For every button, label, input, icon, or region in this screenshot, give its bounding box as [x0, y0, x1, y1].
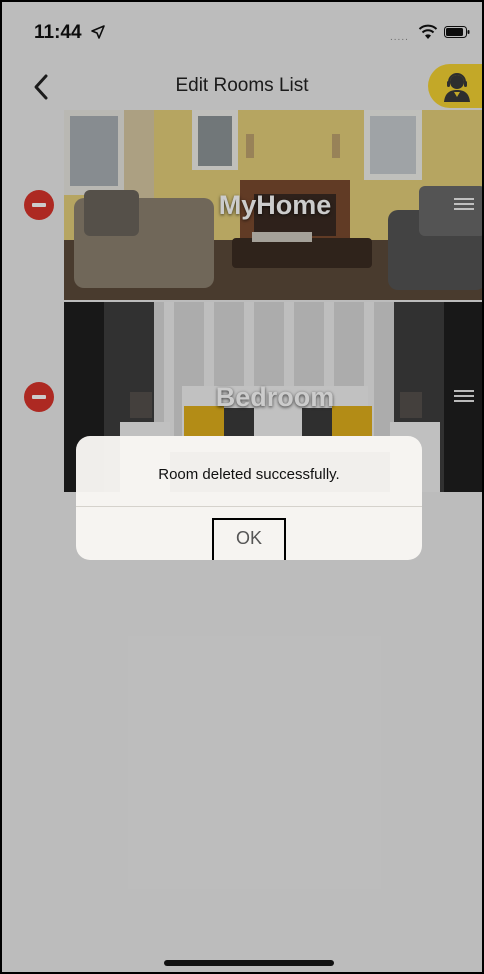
room-name: MyHome [218, 190, 332, 220]
customer-support-button[interactable] [428, 64, 482, 108]
navigation-bar: Edit Rooms List [2, 64, 482, 110]
home-indicator [164, 960, 334, 966]
alert-divider [76, 506, 422, 507]
app-screen: 11:44 ..... Edit Rooms List MyHome Bedro… [0, 0, 484, 974]
list-item: MyHome [2, 110, 482, 300]
status-bar: 11:44 ..... [2, 2, 482, 64]
battery-icon [444, 26, 470, 38]
location-arrow-icon [91, 25, 105, 39]
minus-circle-icon[interactable] [24, 382, 54, 412]
signal-icon: ..... [390, 32, 409, 43]
alert-dialog: Room deleted successfully. OK [76, 436, 422, 560]
status-time: 11:44 [34, 22, 82, 43]
room-card-myhome[interactable]: MyHome [64, 110, 482, 300]
minus-circle-icon[interactable] [24, 190, 54, 220]
customer-support-icon [444, 73, 470, 102]
drag-handle-icon[interactable] [454, 198, 474, 212]
wifi-icon [418, 24, 438, 39]
drag-handle-icon[interactable] [454, 390, 474, 404]
page-title: Edit Rooms List [175, 75, 309, 96]
room-name: Bedroom [215, 382, 335, 412]
ok-button[interactable]: OK [212, 518, 286, 560]
alert-message: Room deleted successfully. [158, 466, 340, 483]
